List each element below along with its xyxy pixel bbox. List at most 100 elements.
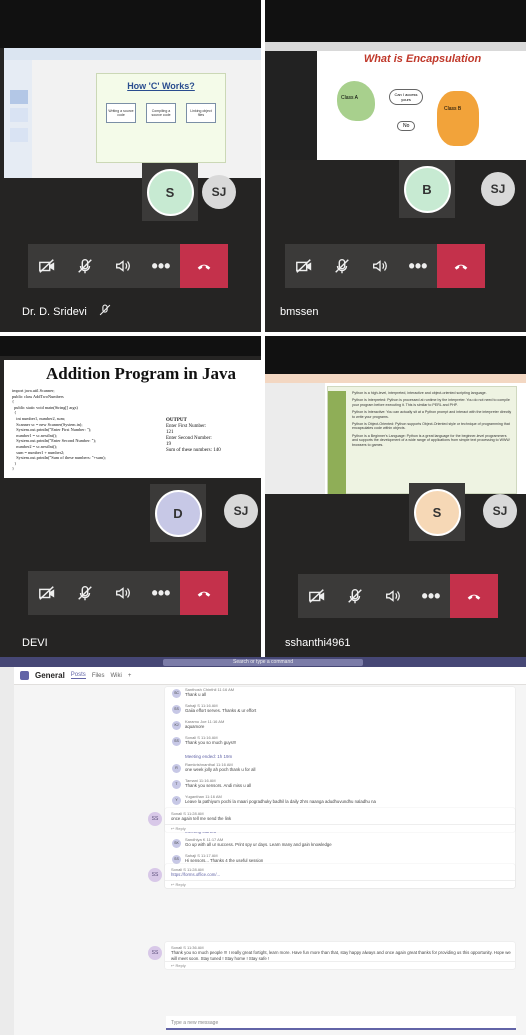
self-avatar[interactable]: SJ [483,494,517,528]
step-box: Compiling a source code [146,103,176,123]
more-options-icon[interactable]: ••• [399,244,437,288]
participant-avatar: S [413,488,461,536]
camera-off-icon[interactable] [28,244,66,288]
message-text: one week jolly ah poch thank u for all [185,767,256,773]
muted-icon [98,303,112,317]
shared-screen: Addition Program in Java import java.uti… [4,360,261,478]
class-a-label: Class A [341,95,358,101]
conversation-post: Sonali S 11:36 AM Thank you so much peopl… [165,942,515,970]
camera-off-icon[interactable] [285,244,323,288]
compose-box[interactable]: Type a new message [166,1016,516,1030]
step-box: Linking object files [186,103,216,123]
message-text: Thank you so much people !!! I really gr… [171,950,511,961]
channel-header: General Posts Files Wiki + [14,667,526,685]
self-avatar[interactable]: SJ [481,172,515,206]
chat-message: SK Sandhiya K 11:17 AM Go up with all ur s… [165,837,515,853]
mic-off-icon[interactable] [66,244,104,288]
avatar: T [172,780,181,789]
avatar: R [172,764,181,773]
camera-off-icon[interactable] [298,574,336,618]
video-tile-sshanthi: Python is a high-level, interpreted, int… [265,336,526,657]
participant-name: sshanthi4961 [285,637,351,649]
search-input[interactable]: Search or type a command [163,659,363,666]
slide-title: How 'C' Works? [127,81,195,91]
message-text: once again tell me send the link [171,816,232,822]
slide-bullet: Python is Object-Oriented: Python suppor… [352,422,510,431]
chat-message: Sonali S 11:28 AM https://forms.office.co… [165,864,515,880]
speaker-icon[interactable] [361,244,399,288]
video-tile-sridevi: How 'C' Works? Writing a source code Com… [0,0,261,332]
conversation-post: Sonali S 11:28 AM once again tell me send… [165,808,515,832]
letterbox-top [0,336,261,356]
self-avatar[interactable]: SJ [202,175,236,209]
self-avatar[interactable]: SJ [224,494,258,528]
chat-message: Sonali S 11:36 AM Thank you so much peopl… [165,942,515,961]
team-logo-icon [20,671,29,680]
chat-message: SS Sonali S 11:16 AM Thank you so much guy… [165,735,515,751]
mic-off-icon[interactable] [66,571,104,615]
letterbox-top [0,0,261,48]
message-text: Thank u all [185,692,207,698]
participant-name: DEVI [22,637,48,649]
call-controls: ••• [298,574,498,618]
participant-avatar: B [403,165,451,213]
mic-off-icon[interactable] [323,244,361,288]
more-options-icon[interactable]: ••• [412,574,450,618]
video-grid: How 'C' Works? Writing a source code Com… [0,0,526,657]
camera-off-icon[interactable] [28,571,66,615]
call-controls: ••• [285,244,485,288]
mic-off-icon[interactable] [336,574,374,618]
code-block: import java.util.Scanner; public class Ad… [12,388,106,472]
teams-top-bar: Search or type a command [0,657,526,667]
conversation-post: Sonali S 11:28 AM https://forms.office.co… [165,864,515,888]
hang-up-button[interactable] [437,244,485,288]
avatar: SS [172,737,181,746]
speaker-icon[interactable] [104,244,142,288]
output-block: OUTPUT Enter First Number: 121 Enter Second… [166,418,221,454]
avatar: SS [172,855,181,864]
slide-bullet: Python is Interpreted: Python is process… [352,398,510,407]
hang-up-button[interactable] [450,574,498,618]
app-rail [0,667,14,1035]
avatar: SC [172,689,181,698]
participant-avatar-frame: D [150,484,206,542]
avatar: SS [148,868,162,882]
avatar: Y [172,796,181,805]
participant-avatar-frame: S [409,483,465,541]
teams-channel-view: Search or type a command General Posts F… [0,657,526,1035]
tab-wiki[interactable]: Wiki [110,673,121,679]
message-text: Thank you sensors. Andi miss u all [185,783,252,789]
shared-screen: Python is a high-level, interpreted, int… [265,374,526,494]
slide-bullet: Python is Interactive: You can actually … [352,410,512,419]
hang-up-button[interactable] [180,571,228,615]
message-text: Gaiia effort serves. Thanks & ur effort [185,708,257,714]
more-options-icon[interactable]: ••• [142,244,180,288]
letterbox-top [265,0,526,42]
output-line: Sum of these numbers: 140 [166,448,221,453]
video-tile-devi: Addition Program in Java import java.uti… [0,336,261,657]
message-text: Thank you so much guys!!! [185,740,237,746]
bubble-no: No [397,121,416,131]
reply-button[interactable]: ↩ Reply [165,961,515,969]
speaker-icon[interactable] [104,571,142,615]
meeting-event: Meeting ended: 1h 19m [185,754,233,759]
avatar: SS [148,946,162,960]
chat-message: SC Santhosh Chinthil 11:16 AM Thank u all [165,687,515,703]
reply-button[interactable]: ↩ Reply [165,880,515,888]
channel-title: General [35,671,65,680]
code-line: } [12,466,15,472]
add-tab-button[interactable]: + [128,673,132,679]
participant-name: Dr. D. Sridevi [22,306,87,318]
chat-message: SS Sahaji S 11:16 AM Gaiia effort serves. … [165,703,515,719]
reply-button[interactable]: ↩ Reply [165,824,515,832]
letterbox-top [265,336,526,374]
tab-files[interactable]: Files [92,673,105,679]
more-options-icon[interactable]: ••• [142,571,180,615]
slide-bullets: Python is a high-level, interpreted, int… [352,391,512,450]
speaker-icon[interactable] [374,574,412,618]
class-b-label: Class B [444,106,462,112]
call-controls: ••• [28,244,228,288]
bubble-question: Can I access yours [389,89,423,105]
tab-posts[interactable]: Posts [70,672,86,679]
hang-up-button[interactable] [180,244,228,288]
